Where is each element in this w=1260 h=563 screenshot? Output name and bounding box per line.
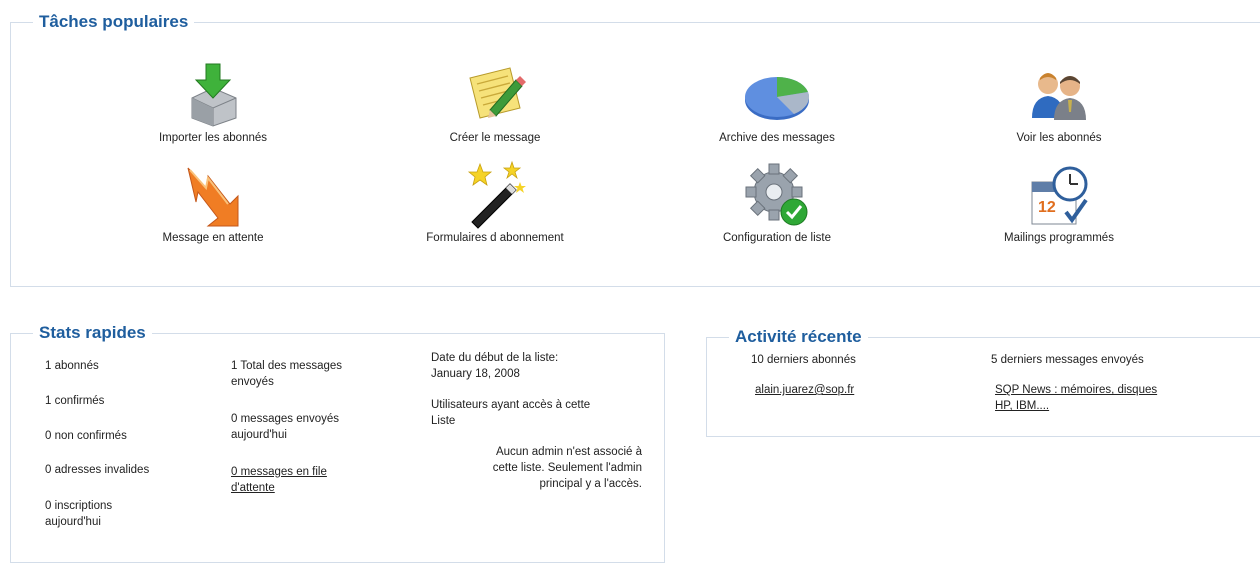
stat-sent-today-line1: 0 messages envoyés (231, 413, 340, 425)
stat-signups-today: 0 inscriptions aujourd'hui (45, 498, 112, 530)
import-icon (191, 63, 237, 127)
list-admin-notice: Aucun admin n'est associé à cette liste.… (493, 444, 642, 492)
stat-invalid-addresses: 0 adresses invalides (45, 464, 150, 476)
task-import-subscribers[interactable]: Importer les abonnés (93, 60, 333, 144)
task-message-archive[interactable]: Archive des messages (657, 60, 897, 144)
stat-unconfirmed: 0 non confirmés (45, 430, 127, 442)
magic-wand-icon (467, 160, 526, 229)
subscribers-icon (1032, 73, 1086, 120)
stat-subscribers: 1 abonnés (45, 360, 99, 372)
list-admin-notice-line2: cette liste. Seulement l'admin (492, 462, 642, 474)
create-message-icon (469, 67, 526, 119)
list-start-date: Date du début de la liste: January 18, 2… (431, 350, 558, 382)
stat-signups-today-line1: 0 inscriptions (45, 500, 113, 512)
last-messages-header: 5 derniers messages envoyés (991, 354, 1144, 366)
gear-check-icon (745, 163, 808, 226)
task-label: Importer les abonnés (158, 132, 268, 144)
task-view-subscribers[interactable]: Voir les abonnés (939, 60, 1179, 144)
list-admin-notice-line3: principal y a l'accès. (539, 478, 642, 490)
task-pending-message[interactable]: Message en attente (93, 160, 333, 244)
quick-stats-panel: Stats rapides 1 abonnés 1 confirmés 0 no… (10, 323, 665, 563)
queued-messages-link[interactable]: 0 messages en file d'attente (231, 464, 327, 496)
task-label: Formulaires d abonnement (426, 232, 564, 244)
last-subscriber-link[interactable]: alain.juarez@sop.fr (755, 382, 854, 398)
task-label: Archive des messages (719, 132, 835, 144)
list-start-date-value: January 18, 2008 (431, 368, 520, 380)
task-list-configuration[interactable]: Configuration de liste (657, 160, 897, 244)
last-message-line2: HP, IBM.... (995, 400, 1050, 412)
task-label: Message en attente (162, 232, 264, 244)
calendar-clock-icon: 12 (1031, 166, 1088, 225)
stat-total-messages-line2: envoyés (231, 376, 274, 388)
quick-stats-title: Stats rapides (33, 323, 152, 343)
queued-messages-line2: d'attente (231, 482, 275, 494)
list-admin-notice-line1: Aucun admin n'est associé à (495, 446, 642, 458)
list-users-heading: Utilisateurs ayant accès à cette Liste (431, 397, 590, 429)
task-subscription-forms[interactable]: Formulaires d abonnement (375, 160, 615, 244)
list-start-date-label: Date du début de la liste: (431, 352, 559, 364)
last-message-link[interactable]: SQP News : mémoires, disques HP, IBM.... (995, 382, 1157, 414)
archive-icon (745, 77, 810, 120)
pending-message-icon (187, 167, 239, 227)
popular-tasks-panel: Tâches populaires Importer les abonnés C… (10, 12, 1260, 287)
task-label: Créer le message (449, 132, 541, 144)
stat-sent-today-line2: aujourd'hui (231, 429, 287, 441)
task-create-message[interactable]: Créer le message (375, 60, 615, 144)
last-subscribers-header: 10 derniers abonnés (751, 354, 856, 366)
stat-total-messages-line1: 1 Total des messages (231, 360, 343, 372)
list-users-heading-line2: Liste (431, 415, 456, 427)
recent-activity-title: Activité récente (729, 327, 868, 347)
stat-confirmed: 1 confirmés (45, 395, 105, 407)
stat-sent-today: 0 messages envoyés aujourd'hui (231, 411, 339, 443)
list-users-heading-line1: Utilisateurs ayant accès à cette (431, 399, 591, 411)
svg-text:12: 12 (1038, 199, 1056, 216)
task-label: Voir les abonnés (1016, 132, 1102, 144)
stat-signups-today-line2: aujourd'hui (45, 516, 101, 528)
stat-total-messages: 1 Total des messages envoyés (231, 358, 342, 390)
task-scheduled-mailings[interactable]: 12 Mailings programmés (939, 160, 1179, 244)
task-label: Mailings programmés (1004, 232, 1114, 244)
popular-tasks-title: Tâches populaires (33, 12, 195, 32)
task-label: Configuration de liste (722, 232, 832, 244)
recent-activity-panel: Activité récente 10 derniers abonnés ala… (706, 327, 1260, 437)
queued-messages-line1: 0 messages en file (231, 466, 327, 478)
last-message-line1: SQP News : mémoires, disques (995, 384, 1158, 396)
